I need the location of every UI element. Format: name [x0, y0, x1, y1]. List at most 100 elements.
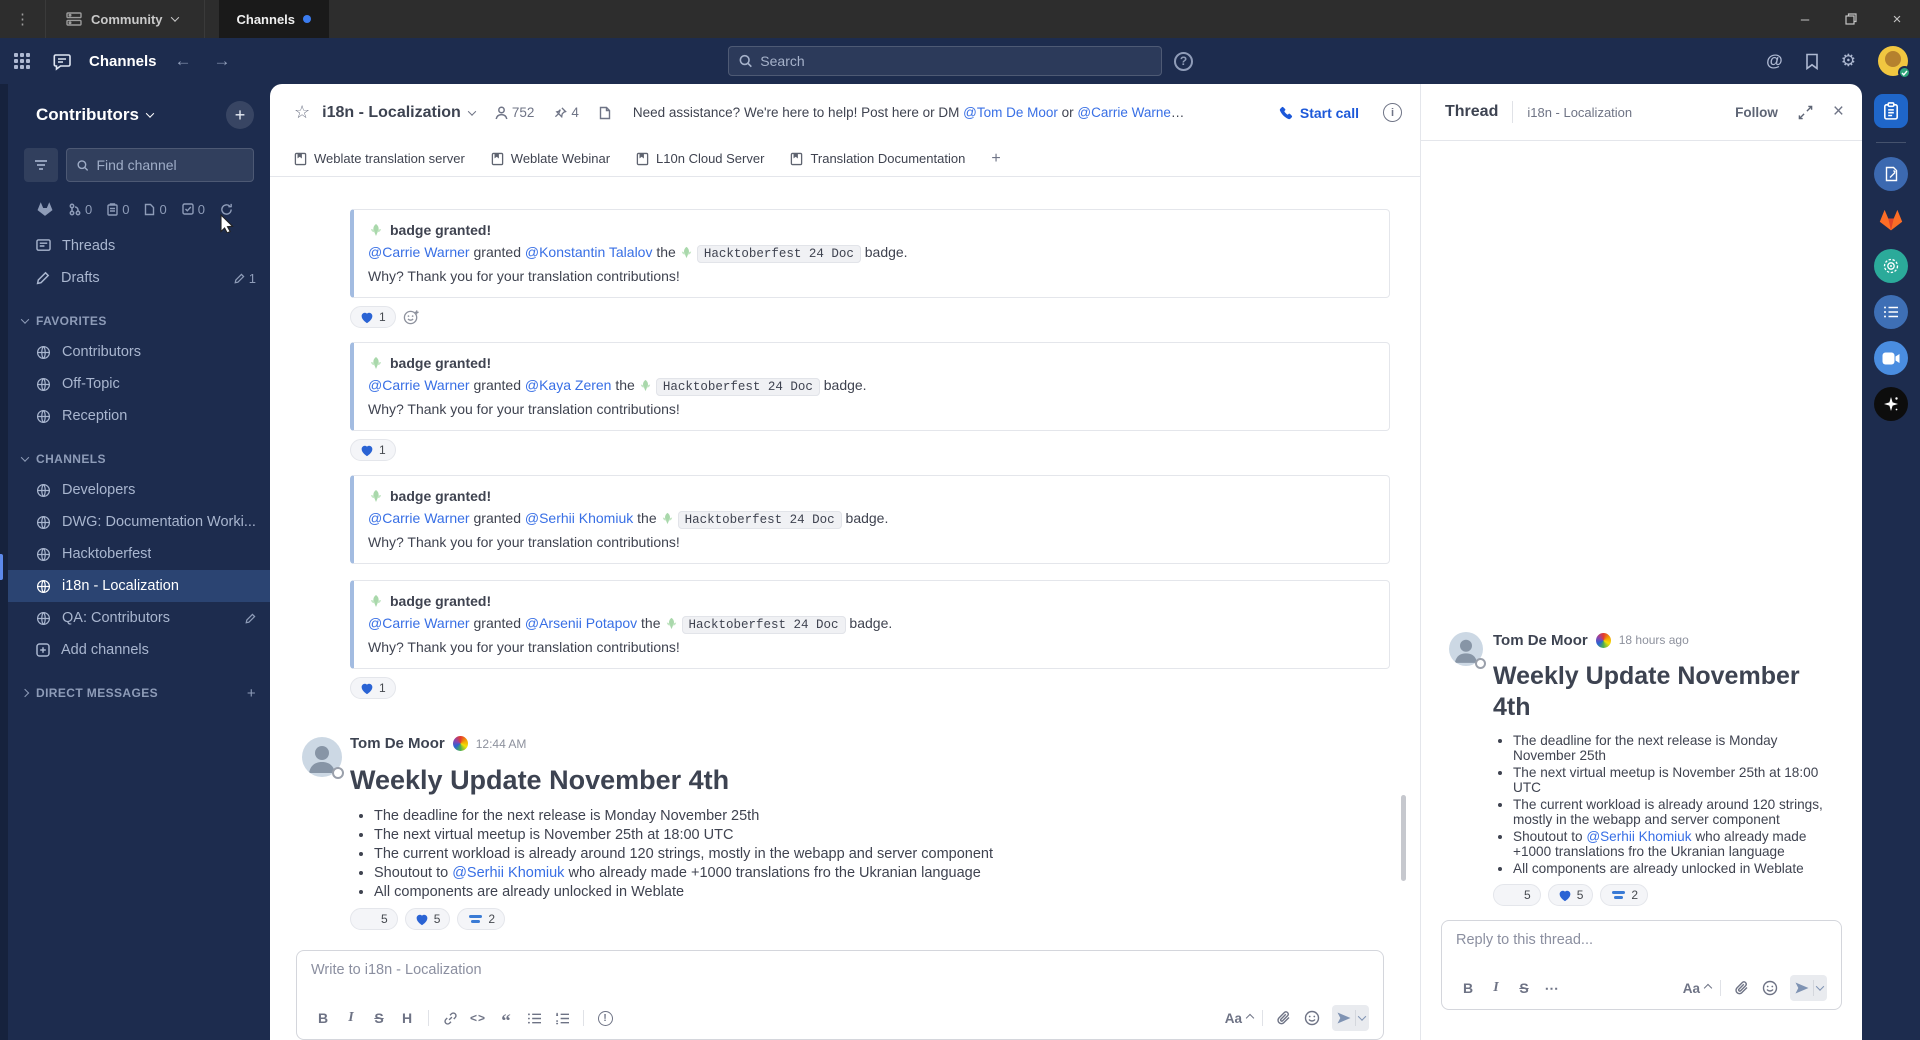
saved-posts-icon[interactable]	[1805, 53, 1819, 70]
server-selector[interactable]: Community	[46, 0, 205, 38]
settings-gear-icon[interactable]: ⚙	[1841, 51, 1856, 71]
author-name[interactable]: Tom De Moor	[350, 735, 445, 752]
priority-button[interactable]: !	[593, 1006, 617, 1030]
agenda-list-icon[interactable]	[1874, 295, 1908, 329]
search-box[interactable]	[728, 46, 1162, 76]
mention-recipient[interactable]: @Arsenii Potapov	[525, 615, 637, 631]
timestamp[interactable]: 18 hours ago	[1619, 633, 1689, 647]
ai-sparkle-icon[interactable]	[1874, 387, 1908, 421]
send-options-chevron[interactable]	[1357, 1012, 1367, 1021]
add-dm-button[interactable]: +	[247, 685, 256, 702]
attach-file-icon[interactable]	[1730, 976, 1754, 1000]
reviews-count[interactable]: 0	[182, 202, 205, 217]
sidebar-item-threads[interactable]: Threads	[8, 230, 270, 262]
attach-file-icon[interactable]	[1272, 1006, 1296, 1030]
message-list[interactable]: badge granted! @Carrie Warner granted @K…	[270, 177, 1420, 940]
timestamp[interactable]: 12:44 AM	[476, 737, 527, 751]
video-call-icon[interactable]	[1874, 341, 1908, 375]
search-input[interactable]	[760, 53, 1151, 69]
find-channel-input[interactable]	[96, 157, 243, 173]
mention-tom-de-moor[interactable]: @Tom De Moor	[963, 105, 1058, 120]
numbered-list-button[interactable]	[550, 1006, 574, 1030]
close-icon[interactable]: ×	[1833, 101, 1844, 123]
thread-reply-composer[interactable]: Reply to this thread... B I S ⋯ Aa	[1441, 920, 1842, 1010]
mention-carrie-warner[interactable]: @Carrie Warner	[368, 377, 470, 393]
quote-button[interactable]: “	[494, 1006, 518, 1031]
minimize-button[interactable]: –	[1782, 0, 1828, 38]
more-formatting-button[interactable]: ⋯	[1540, 976, 1564, 1000]
pinned-count[interactable]: 4	[554, 105, 579, 120]
sidebar-item-hacktoberfest[interactable]: Hacktoberfest	[8, 538, 270, 570]
mention-recipient[interactable]: @Kaya Zeren	[525, 377, 612, 393]
bold-button[interactable]: B	[1456, 976, 1480, 1000]
start-call-button[interactable]: Start call	[1279, 105, 1359, 121]
sidebar-item-off-topic[interactable]: Off-Topic	[8, 368, 270, 400]
channel-files-icon[interactable]	[599, 106, 611, 120]
send-icon[interactable]	[1794, 981, 1810, 995]
find-channel-box[interactable]	[66, 148, 254, 182]
mention-recipient[interactable]: @Konstantin Talalov	[525, 244, 653, 260]
reaction-blue-heart[interactable]: 1	[350, 439, 396, 462]
playbooks-doc-icon[interactable]	[1874, 157, 1908, 191]
merge-requests-count[interactable]: 0	[69, 202, 92, 217]
formatting-toggle[interactable]: Aa	[1225, 1011, 1255, 1026]
add-channel-button[interactable]: +	[226, 101, 254, 129]
channel-title[interactable]: i18n - Localization	[322, 104, 477, 122]
mentions-icon[interactable]: @	[1766, 51, 1783, 71]
favorite-star-icon[interactable]: ☆	[294, 102, 310, 123]
reaction-thank-you[interactable]: 2	[1600, 884, 1649, 906]
send-options-chevron[interactable]	[1815, 982, 1825, 991]
sidebar-item-reception[interactable]: Reception	[8, 400, 270, 432]
emoji-picker-icon[interactable]	[1758, 976, 1782, 1000]
italic-button[interactable]: I	[1484, 976, 1508, 1000]
reaction-flag-ukraine[interactable]: 5	[350, 908, 398, 930]
sidebar-item-developers[interactable]: Developers	[8, 474, 270, 506]
mention-serhii-khomiuk[interactable]: @Serhii Khomiuk	[1586, 829, 1691, 844]
bookmark-weblate-server[interactable]: Weblate translation server	[294, 151, 465, 166]
add-reaction-icon[interactable]	[403, 309, 420, 326]
add-bookmark-button[interactable]: +	[991, 150, 1000, 168]
code-button[interactable]: <>	[466, 1006, 490, 1030]
mention-carrie-warner[interactable]: @Carrie Warner	[368, 615, 470, 631]
follow-button[interactable]: Follow	[1735, 105, 1778, 120]
members-count[interactable]: 752	[495, 105, 534, 120]
mention-recipient[interactable]: @Serhii Khomiuk	[525, 510, 633, 526]
channels-section-header[interactable]: CHANNELS	[8, 444, 270, 474]
reaction-blue-heart[interactable]: 5	[1547, 884, 1594, 906]
direct-messages-section-header[interactable]: DIRECT MESSAGES +	[8, 678, 270, 708]
history-forward-button[interactable]: →	[210, 51, 235, 71]
link-button[interactable]	[438, 1006, 462, 1030]
gitlab-icon[interactable]	[1874, 203, 1908, 237]
sidebar-item-i18n-localization[interactable]: i18n - Localization	[8, 570, 270, 602]
bookmark-l10n-cloud-server[interactable]: L10n Cloud Server	[636, 151, 764, 166]
sidebar-item-add-channels[interactable]: Add channels	[8, 634, 270, 666]
sidebar-item-qa-contributors[interactable]: QA: Contributors	[8, 602, 270, 634]
reaction-flag-ukraine[interactable]: 5	[1493, 884, 1541, 906]
send-icon[interactable]	[1336, 1011, 1352, 1025]
reaction-blue-heart[interactable]: 1	[350, 306, 396, 329]
thread-channel-name[interactable]: i18n - Localization	[1527, 105, 1632, 120]
bookmark-translation-documentation[interactable]: Translation Documentation	[790, 151, 965, 166]
favorites-section-header[interactable]: FAVORITES	[8, 306, 270, 336]
user-avatar[interactable]	[1878, 46, 1911, 79]
filter-button[interactable]	[24, 148, 58, 182]
reaction-thank-you[interactable]: 2	[457, 908, 506, 930]
issues-count[interactable]: 0	[144, 202, 167, 217]
strikethrough-button[interactable]: S	[1512, 976, 1536, 1000]
formatting-toggle[interactable]: Aa	[1683, 981, 1713, 996]
channel-info-icon[interactable]: i	[1383, 103, 1402, 122]
boards-clipboard-icon[interactable]	[1874, 94, 1908, 128]
bookmark-weblate-webinar[interactable]: Weblate Webinar	[491, 151, 610, 166]
emoji-picker-icon[interactable]	[1300, 1006, 1324, 1030]
sidebar-item-drafts[interactable]: Drafts 1	[8, 262, 270, 294]
expand-icon[interactable]	[1798, 105, 1813, 120]
mention-carrie-warner[interactable]: @Carrie Warner	[1077, 105, 1184, 120]
bulleted-list-button[interactable]	[522, 1006, 546, 1030]
sidebar-item-contributors[interactable]: Contributors	[8, 336, 270, 368]
author-name[interactable]: Tom De Moor	[1493, 632, 1588, 649]
bold-button[interactable]: B	[311, 1006, 335, 1030]
reaction-blue-heart[interactable]: 5	[404, 908, 451, 930]
channel-purpose[interactable]: Need assistance? We're here to help! Pos…	[633, 105, 1188, 120]
help-icon[interactable]: ?	[1174, 51, 1193, 71]
history-back-button[interactable]: ←	[171, 51, 196, 71]
